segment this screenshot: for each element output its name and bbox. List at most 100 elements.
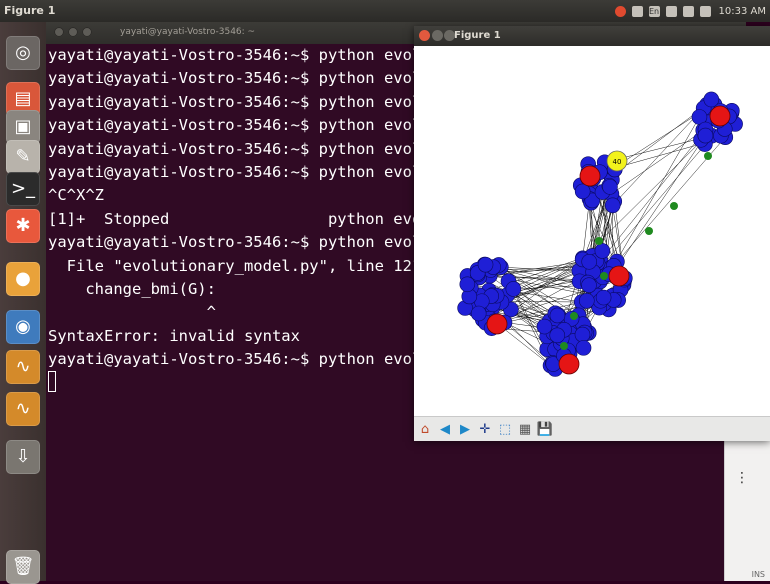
graph-node (604, 197, 621, 214)
text-editor-icon: ✎ (15, 146, 31, 167)
graph-node (703, 91, 720, 108)
graph-node (549, 307, 566, 324)
highlighted-node (486, 313, 508, 335)
text-cursor (48, 371, 56, 393)
subplots-icon[interactable]: ▦ (516, 420, 534, 438)
graph-node (536, 318, 553, 335)
launcher-dash-icon[interactable]: ◎ (6, 36, 40, 70)
globe-icon: ◉ (15, 316, 31, 337)
files-icon: ▤ (14, 88, 32, 109)
graph-node (570, 312, 578, 320)
maximize-icon[interactable] (82, 27, 92, 37)
network-icon[interactable] (631, 5, 643, 17)
more-options-icon[interactable]: ⋮ (735, 470, 749, 486)
launcher-settings-icon[interactable]: ✱ (6, 209, 40, 243)
terminal-line: yayati@yayati-Vostro-3546:~$ python evol… (48, 69, 459, 88)
back-icon[interactable]: ◀ (436, 420, 454, 438)
terminal-line: yayati@yayati-Vostro-3546:~$ python evol… (48, 92, 459, 111)
top-panel: Figure 1 En 10:33 AM (0, 0, 770, 22)
terminal-line: yayati@yayati-Vostro-3546:~$ python evol… (48, 233, 459, 252)
forward-icon[interactable]: ▶ (456, 420, 474, 438)
terminal-line: File "evolutionary_model.py", line 121 (48, 256, 422, 275)
graph-edge (613, 116, 700, 266)
launcher-monitor-icon[interactable]: ∿ (6, 350, 40, 384)
minimize-icon[interactable] (432, 30, 443, 41)
files2-icon: ▣ (14, 116, 32, 137)
launcher-trash-icon[interactable]: 🗑 (6, 550, 40, 584)
terminal-title: yayati@yayati-Vostro-3546: ~ (120, 27, 256, 37)
figure-toolbar: ⌂ ◀ ▶ ✛ ⬚ ▦ 💾 (414, 416, 770, 441)
graph-node (579, 292, 595, 309)
highlighted-node (558, 353, 580, 375)
plot-canvas[interactable]: 40 (414, 46, 770, 436)
graph-node (670, 202, 678, 210)
terminal-line: SyntaxError: invalid syntax (48, 326, 300, 345)
launcher-monitor2-icon[interactable]: ∿ (6, 392, 40, 426)
graph-node (704, 152, 712, 160)
keyboard-layout-icon[interactable]: En (648, 5, 660, 17)
graph-node (581, 253, 597, 270)
close-icon[interactable] (54, 27, 64, 37)
trash-icon: 🗑 (11, 556, 35, 577)
graph-node (470, 305, 487, 322)
graph-node (574, 326, 591, 343)
graph-node (595, 237, 603, 245)
launcher-terminal-icon[interactable]: >_ (6, 172, 40, 206)
volume-icon[interactable] (699, 5, 711, 17)
launcher: ◎ ▤ ▣ ✎ >_ ✱ ● ◉ ∿ ∿ ⇩ 🗑 (0, 22, 46, 584)
battery-status-icon[interactable] (614, 5, 626, 17)
terminal-icon: >_ (10, 178, 36, 199)
save-icon[interactable]: 💾 (536, 420, 554, 438)
node-label: 40 (613, 158, 622, 166)
terminal-line: change_bmi(G): (48, 279, 216, 298)
settings-icon: ✱ (15, 215, 31, 236)
launcher-firefox-icon[interactable]: ● (6, 262, 40, 296)
highlighted-node (608, 265, 630, 287)
graph-node (477, 256, 494, 273)
graph-node (575, 340, 592, 356)
terminal-line: yayati@yayati-Vostro-3546:~$ python evol… (48, 139, 459, 158)
terminal-line: ^ (48, 303, 216, 322)
terminal-line: yayati@yayati-Vostro-3546:~$ python evol… (48, 350, 459, 369)
launcher-usb-icon[interactable]: ⇩ (6, 440, 40, 474)
graph-node (595, 289, 612, 306)
graph-node (581, 277, 597, 293)
graph-node (560, 342, 568, 350)
graph-node (459, 276, 476, 293)
highlighted-node (579, 165, 601, 187)
terminal-output[interactable]: yayati@yayati-Vostro-3546:~$ python evol… (48, 44, 459, 395)
figure-window[interactable]: Figure 1 40 ⌂ ◀ ▶ ✛ ⬚ ▦ 💾 (414, 26, 770, 441)
monitor2-icon: ∿ (15, 398, 31, 419)
close-icon[interactable] (419, 30, 430, 41)
home-icon[interactable]: ⌂ (416, 420, 434, 438)
launcher-globe-icon[interactable]: ◉ (6, 310, 40, 344)
graph-node (602, 179, 618, 195)
terminal-cursor-line (48, 371, 459, 394)
figure-title: Figure 1 (454, 30, 501, 41)
clock[interactable]: 10:33 AM (719, 6, 766, 17)
launcher-files2-icon[interactable]: ▣ (6, 110, 40, 144)
graph-node (549, 327, 566, 344)
pan-icon[interactable]: ✛ (476, 420, 494, 438)
battery-icon[interactable] (682, 5, 694, 17)
terminal-line: yayati@yayati-Vostro-3546:~$ python evol… (48, 162, 459, 181)
terminal-line: yayati@yayati-Vostro-3546:~$ python evol… (48, 116, 459, 135)
terminal-line: [1]+ Stopped python evolut (48, 209, 450, 228)
launcher-text-editor-icon[interactable]: ✎ (6, 140, 40, 174)
minimize-icon[interactable] (68, 27, 78, 37)
bluetooth-icon[interactable] (665, 5, 677, 17)
side-panel: ⋮ INS (724, 440, 770, 581)
zoom-icon[interactable]: ⬚ (496, 420, 514, 438)
figure-titlebar[interactable]: Figure 1 (414, 26, 770, 46)
graph-node (697, 127, 714, 144)
terminal-line: yayati@yayati-Vostro-3546:~$ python evol… (48, 46, 459, 64)
network-graph: 40 (457, 91, 743, 377)
monitor-icon: ∿ (15, 356, 31, 377)
active-window-title: Figure 1 (4, 4, 56, 17)
graph-node (645, 227, 653, 235)
system-tray: En 10:33 AM (614, 0, 770, 22)
graph-node (505, 281, 522, 297)
highlighted-node (709, 105, 731, 127)
dash-icon: ◎ (15, 42, 31, 63)
firefox-icon: ● (15, 268, 31, 289)
